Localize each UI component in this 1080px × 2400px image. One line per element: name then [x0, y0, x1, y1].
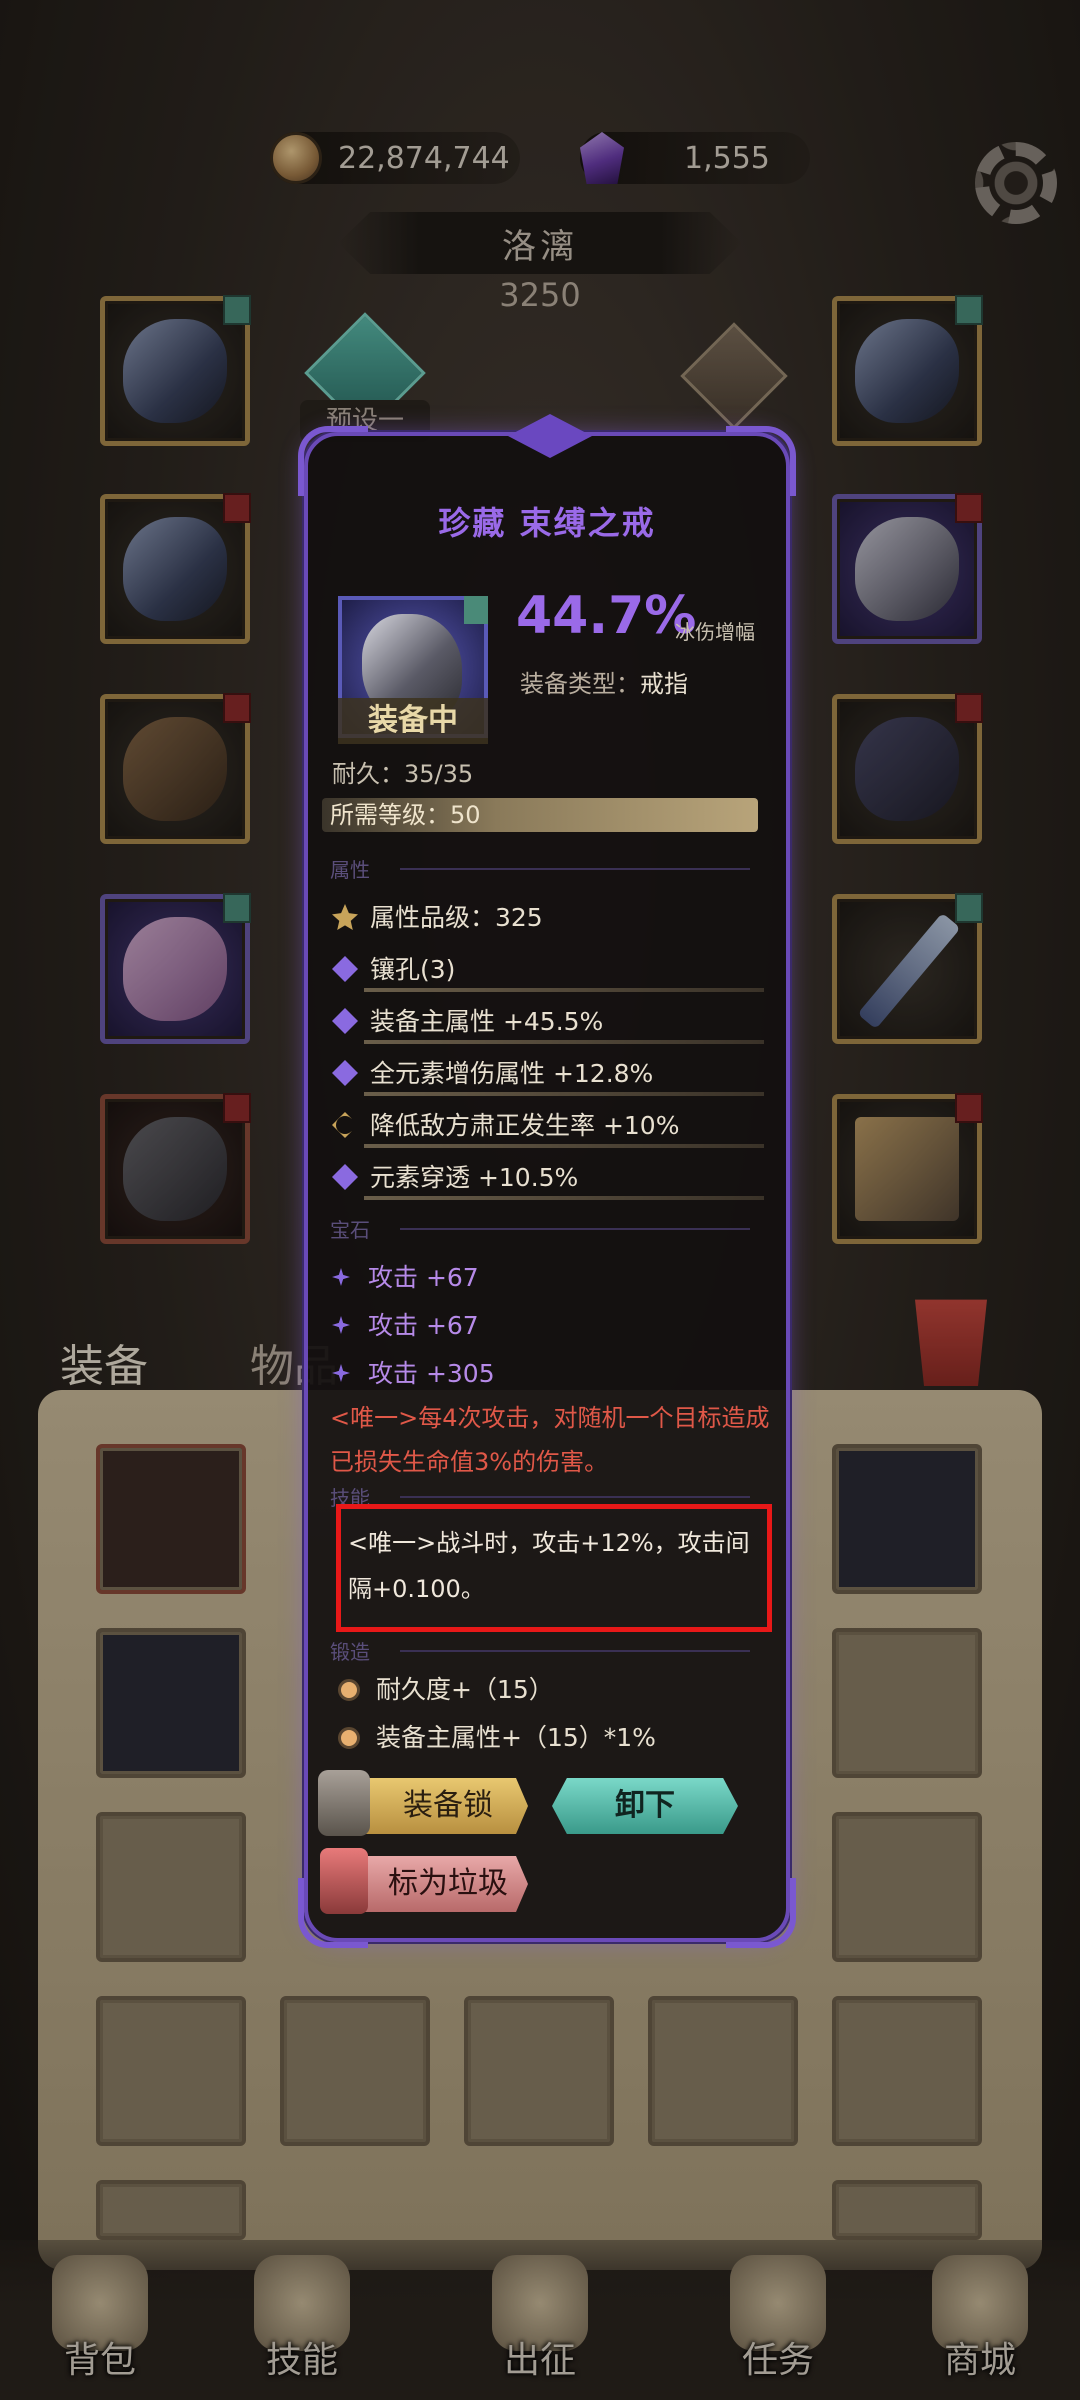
- gem-text: 攻击 +67: [368, 1263, 479, 1292]
- main-stat-label: 冰伤增幅: [675, 620, 755, 644]
- attribute-text: 属性品级：325: [370, 903, 543, 932]
- attribute-row: 降低敌方肃正发生率 +10%: [332, 1106, 679, 1142]
- gem-row: 攻击 +305: [332, 1354, 495, 1390]
- attribute-row: 装备主属性 +45.5%: [332, 1002, 603, 1038]
- item-type-value: 戒指: [640, 670, 688, 698]
- junk-bin-icon: [320, 1848, 368, 1914]
- item-detail-popup: 珍藏 束缚之戒 装备中 44.7% 冰伤增幅 装备类型：戒指 耐久：35/35 …: [298, 414, 796, 1948]
- gem-text: 攻击 +67: [368, 1311, 479, 1340]
- orange-dot-icon: [338, 1679, 360, 1701]
- attribute-row: 全元素增伤属性 +12.8%: [332, 1054, 653, 1090]
- section-header-gems: 宝石: [330, 1214, 770, 1244]
- equipped-badge: 装备中: [338, 698, 488, 744]
- attribute-divider: [364, 1144, 764, 1148]
- grade-icon: [332, 904, 358, 930]
- attribute-text: 镶孔(3): [370, 955, 456, 984]
- attribute-divider: [364, 1092, 764, 1096]
- cycle-icon: [332, 1112, 358, 1138]
- attribute-row: 镶孔(3): [332, 950, 455, 986]
- diamond-icon: [332, 1060, 358, 1086]
- unique-effect-2: <唯一>战斗时，攻击+12%，攻击间隔+0.100。: [348, 1529, 750, 1603]
- refine-text: 装备主属性+（15）*1%: [376, 1723, 656, 1752]
- required-level: 所需等级：50: [322, 798, 758, 832]
- unequip-button[interactable]: 卸下: [552, 1778, 738, 1834]
- orange-dot-icon: [338, 1727, 360, 1749]
- item-type: 装备类型：戒指: [520, 664, 688, 699]
- item-title: 珍藏 束缚之戒: [438, 504, 656, 542]
- attribute-text: 全元素增伤属性 +12.8%: [370, 1059, 654, 1088]
- refine-row: 耐久度+（15）: [338, 1670, 554, 1706]
- padlock-icon: [318, 1770, 370, 1836]
- attribute-text: 装备主属性 +45.5%: [370, 1007, 604, 1036]
- star-icon: [332, 1268, 350, 1286]
- item-type-label: 装备类型：: [520, 670, 640, 698]
- durability: 耐久：35/35: [332, 760, 474, 788]
- section-header-attributes: 属性: [330, 854, 770, 884]
- attribute-divider: [364, 1040, 764, 1044]
- section-header-refine: 锻造: [330, 1636, 770, 1666]
- frame-corner: [726, 1878, 796, 1948]
- frame-corner: [726, 426, 796, 496]
- diamond-icon: [332, 1008, 358, 1034]
- attribute-divider: [364, 988, 764, 992]
- attribute-text: 降低敌方肃正发生率 +10%: [370, 1111, 680, 1140]
- gem-row: 攻击 +67: [332, 1306, 479, 1342]
- diamond-icon: [332, 956, 358, 982]
- refine-text: 耐久度+（15）: [376, 1675, 554, 1704]
- star-icon: [332, 1316, 350, 1334]
- attribute-text: 元素穿透 +10.5%: [370, 1163, 579, 1192]
- refine-row: 装备主属性+（15）*1%: [338, 1718, 656, 1754]
- attribute-row: 元素穿透 +10.5%: [332, 1158, 578, 1194]
- item-tag-icon: [464, 596, 488, 624]
- unique-effect-1: <唯一>每4次攻击，对随机一个目标造成已损失生命值3%的伤害。: [330, 1404, 770, 1476]
- gem-text: 攻击 +305: [368, 1359, 495, 1388]
- gem-row: 攻击 +67: [332, 1258, 479, 1294]
- star-icon: [332, 1364, 350, 1382]
- diamond-icon: [332, 1164, 358, 1190]
- attribute-divider: [364, 1196, 764, 1200]
- attribute-row: 属性品级：325: [332, 898, 543, 934]
- main-stat-percent: 44.7%: [516, 586, 697, 646]
- frame-corner: [298, 426, 368, 496]
